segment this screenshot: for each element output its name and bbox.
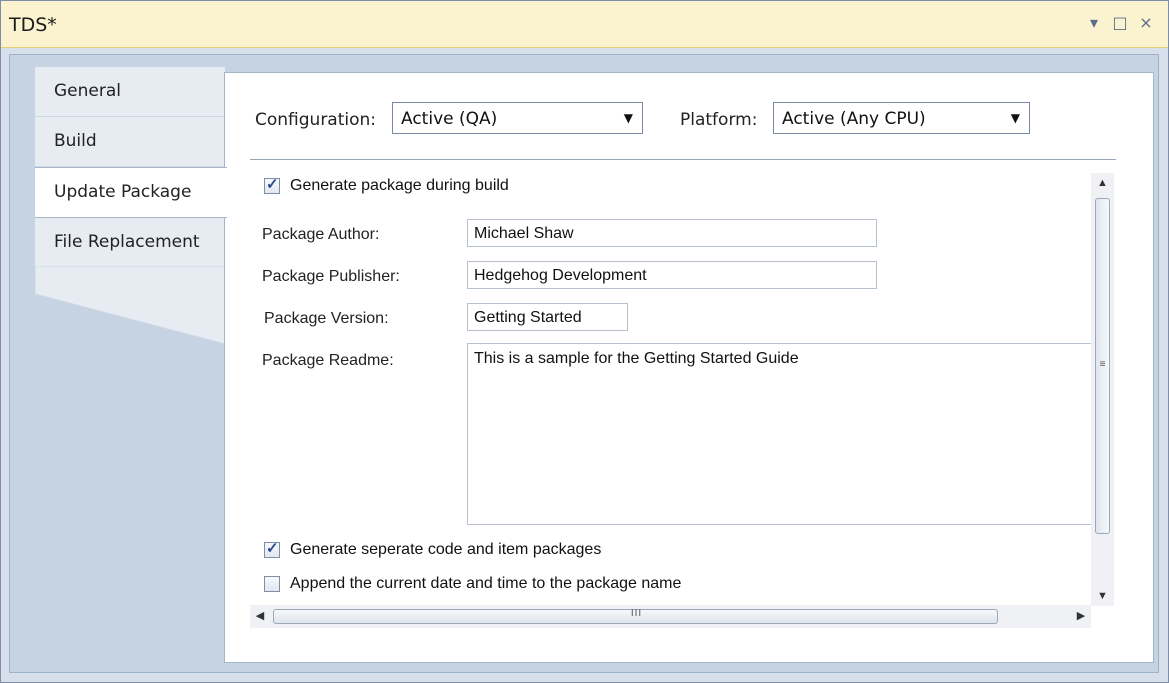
grip-icon: III [630,608,643,619]
chevron-down-icon: ▼ [1010,111,1020,125]
chevron-down-icon[interactable]: ▾ [1086,13,1102,33]
tab-file-replacement[interactable]: File Replacement [35,218,225,268]
tab-content-panel: Configuration: Active (QA) ▼ Platform: A… [224,72,1154,663]
maximize-icon[interactable]: □ [1112,13,1128,33]
scroll-left-icon[interactable]: ◀ [250,605,270,628]
window-title: TDS* [9,14,57,36]
platform-value: Active (Any CPU) [782,109,926,129]
properties-window: TDS* ▾ □ × General Build Update Package … [0,0,1169,683]
horizontal-scrollbar[interactable]: ◀ III ▶ [250,605,1091,628]
horizontal-scroll-thumb[interactable]: III [273,608,998,624]
scrollable-form: Generate package during build Package Au… [250,173,1110,606]
platform-select[interactable]: Active (Any CPU) ▼ [773,102,1030,134]
author-field[interactable]: Michael Shaw [467,219,877,247]
configuration-label: Configuration: [255,110,377,130]
configuration-select[interactable]: Active (QA) ▼ [392,102,643,134]
platform-label: Platform: [680,110,758,130]
separate-packages-label: Generate seperate code and item packages [290,541,602,558]
publisher-label: Package Publisher: [262,268,400,285]
separate-packages-option[interactable]: Generate seperate code and item packages [264,539,602,559]
close-icon[interactable]: × [1138,13,1154,33]
scroll-down-icon[interactable]: ▼ [1091,586,1114,606]
append-date-option[interactable]: Append the current date and time to the … [264,575,681,593]
vertical-scroll-thumb[interactable]: ≡ [1095,198,1110,534]
version-label: Package Version: [264,310,389,327]
scroll-right-icon[interactable]: ▶ [1071,605,1091,628]
window-body: General Build Update Package File Replac… [9,54,1159,673]
append-date-label: Append the current date and time to the … [290,575,682,592]
separator [250,159,1116,160]
readme-label: Package Readme: [262,352,394,369]
vertical-scrollbar[interactable]: ▲ ≡ ▼ [1091,173,1114,606]
separate-packages-checkbox[interactable] [264,539,280,558]
version-field[interactable]: Getting Started [467,303,628,331]
configuration-value: Active (QA) [401,109,498,129]
title-bar: TDS* ▾ □ × [1,1,1168,48]
author-label: Package Author: [262,226,380,243]
tab-update-package[interactable]: Update Package [35,167,227,218]
publisher-field[interactable]: Hedgehog Development [467,261,877,289]
generate-package-checkbox[interactable] [264,175,280,194]
scroll-up-icon[interactable]: ▲ [1091,173,1114,193]
tab-strip-tail [35,266,225,344]
tab-general[interactable]: General [35,67,225,117]
generate-package-option[interactable]: Generate package during build [264,175,509,195]
tab-label: Update Package [54,182,192,202]
tab-label: Build [54,131,97,151]
title-bar-controls: ▾ □ × [1086,13,1154,33]
generate-package-label: Generate package during build [290,177,509,194]
append-date-checkbox[interactable] [264,576,280,592]
tab-label: File Replacement [54,232,200,252]
tab-label: General [54,81,121,101]
chevron-down-icon: ▼ [623,111,633,125]
readme-textarea[interactable]: This is a sample for the Getting Started… [467,343,1110,525]
tab-build[interactable]: Build [35,117,225,167]
grip-icon: ≡ [1099,359,1106,370]
